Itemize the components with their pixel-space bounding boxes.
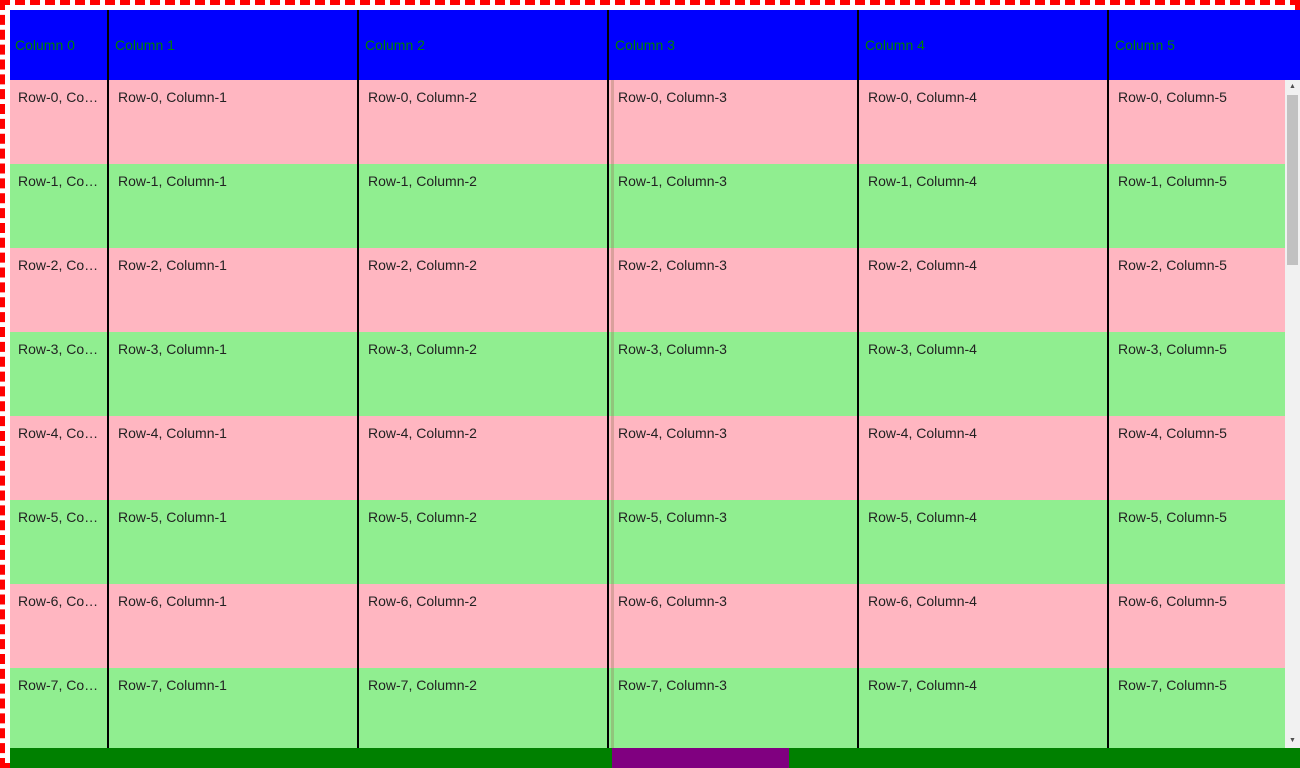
table-cell[interactable]: Row-6, Column-0 [10,584,108,668]
table-cell[interactable]: Row-4, Column-2 [360,416,608,500]
table-row[interactable]: Row-1, Column-0Row-1, Column-1Row-1, Col… [10,164,1285,248]
table-cell[interactable]: Row-0, Column-5 [1110,80,1285,164]
table-cell[interactable]: Row-7, Column-4 [860,668,1108,748]
horizontal-scrollbar[interactable] [10,748,1300,768]
table-cell[interactable]: Row-2, Column-3 [610,248,858,332]
column-header-2[interactable]: Column 2 [360,10,608,80]
table-cell[interactable]: Row-5, Column-3 [610,500,858,584]
column-divider-5[interactable] [1107,10,1109,748]
table-cell[interactable]: Row-3, Column-2 [360,332,608,416]
table-cell[interactable]: Row-6, Column-2 [360,584,608,668]
table-row[interactable]: Row-5, Column-0Row-5, Column-1Row-5, Col… [10,500,1285,584]
table-cell[interactable]: Row-0, Column-1 [110,80,358,164]
table-cell[interactable]: Row-3, Column-0 [10,332,108,416]
table-cell[interactable]: Row-7, Column-2 [360,668,608,748]
table-cell[interactable]: Row-5, Column-0 [10,500,108,584]
table-cell[interactable]: Row-2, Column-1 [110,248,358,332]
table-cell[interactable]: Row-7, Column-5 [1110,668,1285,748]
table-cell[interactable]: Row-4, Column-5 [1110,416,1285,500]
column-divider-4[interactable] [857,10,859,748]
scroll-up-arrow-icon[interactable]: ▲ [1285,80,1300,94]
table-cell[interactable]: Row-0, Column-2 [360,80,608,164]
column-resize-shadow [611,80,614,748]
data-grid: Column 0 Column 1 Column 2 Column 3 Colu… [10,10,1300,768]
table-row[interactable]: Row-7, Column-0Row-7, Column-1Row-7, Col… [10,668,1285,748]
table-cell[interactable]: Row-5, Column-1 [110,500,358,584]
grid-body: Row-0, Column-0Row-0, Column-1Row-0, Col… [10,80,1285,748]
table-cell[interactable]: Row-2, Column-4 [860,248,1108,332]
column-divider-3[interactable] [607,10,609,748]
table-cell[interactable]: Row-3, Column-1 [110,332,358,416]
column-header-3[interactable]: Column 3 [610,10,858,80]
table-cell[interactable]: Row-1, Column-3 [610,164,858,248]
column-header-5[interactable]: Column 5 [1110,10,1285,80]
table-cell[interactable]: Row-5, Column-4 [860,500,1108,584]
table-cell[interactable]: Row-3, Column-4 [860,332,1108,416]
table-cell[interactable]: Row-0, Column-0 [10,80,108,164]
table-row[interactable]: Row-4, Column-0Row-4, Column-1Row-4, Col… [10,416,1285,500]
table-cell[interactable]: Row-1, Column-5 [1110,164,1285,248]
table-cell[interactable]: Row-2, Column-0 [10,248,108,332]
table-cell[interactable]: Row-4, Column-3 [610,416,858,500]
table-cell[interactable]: Row-4, Column-1 [110,416,358,500]
vertical-scrollbar[interactable]: ▲ ▼ [1285,80,1300,748]
column-header-0[interactable]: Column 0 [10,10,108,80]
scroll-down-arrow-icon[interactable]: ▼ [1285,734,1300,748]
vertical-scroll-thumb[interactable] [1287,95,1298,265]
table-cell[interactable]: Row-1, Column-2 [360,164,608,248]
table-cell[interactable]: Row-6, Column-5 [1110,584,1285,668]
table-row[interactable]: Row-0, Column-0Row-0, Column-1Row-0, Col… [10,80,1285,164]
horizontal-scroll-thumb[interactable] [612,748,789,768]
grid-frame: Column 0 Column 1 Column 2 Column 3 Colu… [0,0,1300,768]
table-cell[interactable]: Row-6, Column-4 [860,584,1108,668]
table-cell[interactable]: Row-4, Column-4 [860,416,1108,500]
table-cell[interactable]: Row-3, Column-3 [610,332,858,416]
table-cell[interactable]: Row-6, Column-1 [110,584,358,668]
column-divider-2[interactable] [357,10,359,748]
table-cell[interactable]: Row-6, Column-3 [610,584,858,668]
column-divider-1[interactable] [107,10,109,748]
column-header-1[interactable]: Column 1 [110,10,358,80]
table-cell[interactable]: Row-0, Column-3 [610,80,858,164]
table-cell[interactable]: Row-7, Column-3 [610,668,858,748]
table-cell[interactable]: Row-0, Column-4 [860,80,1108,164]
table-cell[interactable]: Row-7, Column-1 [110,668,358,748]
table-cell[interactable]: Row-2, Column-2 [360,248,608,332]
table-cell[interactable]: Row-5, Column-2 [360,500,608,584]
table-cell[interactable]: Row-3, Column-5 [1110,332,1285,416]
table-cell[interactable]: Row-2, Column-5 [1110,248,1285,332]
table-cell[interactable]: Row-1, Column-4 [860,164,1108,248]
table-row[interactable]: Row-6, Column-0Row-6, Column-1Row-6, Col… [10,584,1285,668]
column-header-4[interactable]: Column 4 [860,10,1108,80]
table-cell[interactable]: Row-5, Column-5 [1110,500,1285,584]
table-cell[interactable]: Row-4, Column-0 [10,416,108,500]
table-row[interactable]: Row-2, Column-0Row-2, Column-1Row-2, Col… [10,248,1285,332]
table-cell[interactable]: Row-1, Column-0 [10,164,108,248]
table-cell[interactable]: Row-1, Column-1 [110,164,358,248]
table-row[interactable]: Row-3, Column-0Row-3, Column-1Row-3, Col… [10,332,1285,416]
table-cell[interactable]: Row-7, Column-0 [10,668,108,748]
